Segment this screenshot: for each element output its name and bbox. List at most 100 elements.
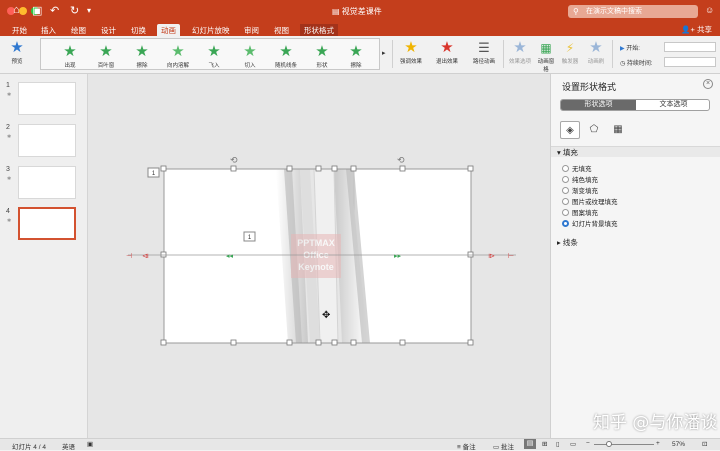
slide-content[interactable]: PPTMAX Office Keynote ⟲ ⟲ 1 1 ⊣ ⧏ ◂◂ ▸▸ … (88, 74, 550, 438)
slide-sorter-icon[interactable]: ⊞ (542, 440, 547, 448)
zoom-in-icon[interactable]: + (656, 440, 660, 447)
slide-number: 3 (6, 166, 10, 173)
slide-thumbnail-4[interactable] (18, 207, 76, 240)
animation-pane-label: 动画窗格 (537, 59, 555, 73)
effect-wipe[interactable]: ★ 擦除 (125, 43, 159, 69)
undo-icon[interactable]: ↶ (50, 4, 59, 17)
share-button[interactable]: 👤+ 共享 (681, 24, 712, 35)
tab-animations[interactable]: 动画 (157, 24, 180, 36)
fill-bucket-icon[interactable]: ◈ (560, 121, 580, 139)
slide-thumbnail-1[interactable] (18, 82, 76, 115)
start-control[interactable]: ▶ 开始: (620, 42, 716, 52)
radio-button[interactable] (562, 165, 569, 172)
animations-ribbon: ★ 预览 ★ 出现 ★ 百叶窗 ★ 擦除 ★ 向内溶解 ★ 飞入 ★ 切入 ★ 随机线条 ★ 形… (0, 36, 720, 74)
status-bar: 幻灯片 4 / 4 英语 ▣ ≡ 备注 ▭ 批注 ▤ ⊞ ▯ ▭ − + 57%… (0, 438, 720, 451)
redo-icon[interactable]: ↻ (70, 4, 79, 17)
left-picture-shape[interactable] (163, 168, 308, 344)
fill-option-none[interactable]: 无填充 (562, 163, 592, 173)
tab-review[interactable]: 审阅 (240, 24, 263, 36)
effect-appear[interactable]: ★ 出现 (53, 43, 87, 69)
zoom-slider-thumb[interactable] (606, 441, 612, 447)
smiley-icon[interactable]: ☺ (705, 5, 714, 15)
tab-view[interactable]: 视图 (270, 24, 293, 36)
effect-blinds[interactable]: ★ 百叶窗 (89, 43, 123, 69)
size-grid-icon[interactable]: ▦ (608, 121, 628, 139)
duration-label: 持续时间: (626, 61, 653, 67)
tab-draw[interactable]: 绘图 (67, 24, 90, 36)
normal-view-icon[interactable]: ▤ (524, 439, 536, 449)
option-label: 图案填充 (572, 210, 598, 217)
save-icon[interactable]: ▣ (32, 4, 42, 17)
motion-paths-button[interactable]: ☰ 路径动画 (468, 39, 500, 65)
slide-thumbnail-2[interactable] (18, 124, 76, 157)
animation-painter-button[interactable]: ★ 动画刷 (584, 39, 608, 65)
gallery-more-arrow-icon[interactable]: ▸ (382, 49, 386, 57)
fill-option-gradient[interactable]: 渐变填充 (562, 185, 598, 195)
effect-label: 形状 (316, 63, 328, 69)
slide-number: 2 (6, 124, 10, 131)
more-icon[interactable]: ▾ (87, 6, 91, 15)
star-icon: ★ (349, 43, 363, 60)
reading-view-icon[interactable]: ▯ (556, 440, 560, 448)
effect-options-button[interactable]: ★ 效果选项 (506, 39, 534, 65)
tab-home[interactable]: 开始 (8, 24, 31, 36)
faded-text-box[interactable]: PPTMAX Office Keynote (291, 234, 341, 278)
slide-thumbnail-pane: 1 ✱ 2 ✱ 3 ✱ 4 ✱ (0, 74, 88, 438)
fill-option-slide-background[interactable]: 幻灯片背景填充 (562, 218, 618, 228)
preview-button[interactable]: ★ 预览 (4, 39, 30, 65)
exit-effects-button[interactable]: ★ 退出效果 (432, 39, 462, 65)
fit-to-window-icon[interactable]: ⊡ (702, 440, 707, 448)
tab-design[interactable]: 设计 (97, 24, 120, 36)
radio-button[interactable] (562, 187, 569, 194)
duration-control[interactable]: ◷ 持续时间: (620, 57, 716, 67)
accessibility-icon[interactable]: ▣ (87, 440, 93, 448)
radio-button[interactable] (562, 176, 569, 183)
fill-section-header[interactable]: ▾ 填充 (551, 146, 720, 157)
effect-peek-in[interactable]: ★ 切入 (233, 43, 267, 69)
radio-button[interactable] (562, 209, 569, 216)
line-section-header[interactable]: ▸ 线条 (551, 237, 720, 248)
tab-shape-format[interactable]: 形状格式 (300, 24, 338, 36)
search-input[interactable]: ⚲ 在演示文稿中搜索 (568, 5, 698, 18)
preview-star-icon: ★ (10, 39, 24, 56)
effect-dissolve-in[interactable]: ★ 向内溶解 (161, 43, 195, 69)
text-options-tab[interactable]: 文本选项 (636, 100, 709, 110)
effect-options-icon: ★ (513, 39, 527, 56)
zoom-out-icon[interactable]: − (586, 440, 590, 447)
start-dropdown[interactable] (664, 42, 716, 52)
rotate-handle-icon[interactable]: ⟲ (397, 155, 405, 165)
emphasis-effects-button[interactable]: ★ 强调效果 (396, 39, 426, 65)
animation-pane-button[interactable]: ▦ 动画窗格 (536, 39, 556, 73)
rotate-handle-icon[interactable]: ⟲ (230, 155, 238, 165)
effect-shape[interactable]: ★ 形状 (305, 43, 339, 69)
minimize-window-button[interactable] (19, 7, 27, 15)
tab-insert[interactable]: 插入 (37, 24, 60, 36)
right-picture-shape[interactable] (334, 168, 472, 344)
duration-field[interactable] (664, 57, 716, 67)
slide-thumbnail-3[interactable] (18, 166, 76, 199)
fill-option-picture[interactable]: 图片或纹理填充 (562, 196, 618, 206)
trigger-button[interactable]: ⚡ 触发器 (558, 39, 582, 65)
tab-slideshow[interactable]: 幻灯片放映 (188, 24, 234, 36)
effect-wipe-2[interactable]: ★ 擦除 (339, 43, 373, 69)
shape-options-tab[interactable]: 形状选项 (561, 100, 636, 110)
fill-option-pattern[interactable]: 图案填充 (562, 207, 598, 217)
animation-effects-gallery[interactable]: ★ 出现 ★ 百叶窗 ★ 擦除 ★ 向内溶解 ★ 飞入 ★ 切入 ★ 随机线条 ★ 形状 ★ 擦除 (40, 38, 380, 70)
pentagon-icon[interactable]: ⬠ (584, 121, 604, 139)
star-icon: ★ (171, 43, 185, 60)
slide-number: 1 (6, 82, 10, 89)
tab-transitions[interactable]: 切换 (127, 24, 150, 36)
effect-fly-in[interactable]: ★ 飞入 (197, 43, 231, 69)
fill-option-solid[interactable]: 纯色填充 (562, 174, 598, 184)
close-pane-button[interactable]: × (703, 79, 713, 89)
radio-button[interactable] (562, 198, 569, 205)
animation-painter-label: 动画刷 (587, 59, 605, 65)
slideshow-icon[interactable]: ▭ (570, 440, 576, 448)
home-icon[interactable]: ⌂ (13, 4, 20, 16)
zoom-slider-track[interactable] (594, 444, 654, 445)
start-label: 开始: (626, 46, 640, 52)
option-label: 图片或纹理填充 (572, 199, 618, 206)
zoom-level[interactable]: 57% (672, 441, 685, 448)
radio-button-selected[interactable] (562, 220, 569, 227)
effect-random-bars[interactable]: ★ 随机线条 (269, 43, 303, 69)
